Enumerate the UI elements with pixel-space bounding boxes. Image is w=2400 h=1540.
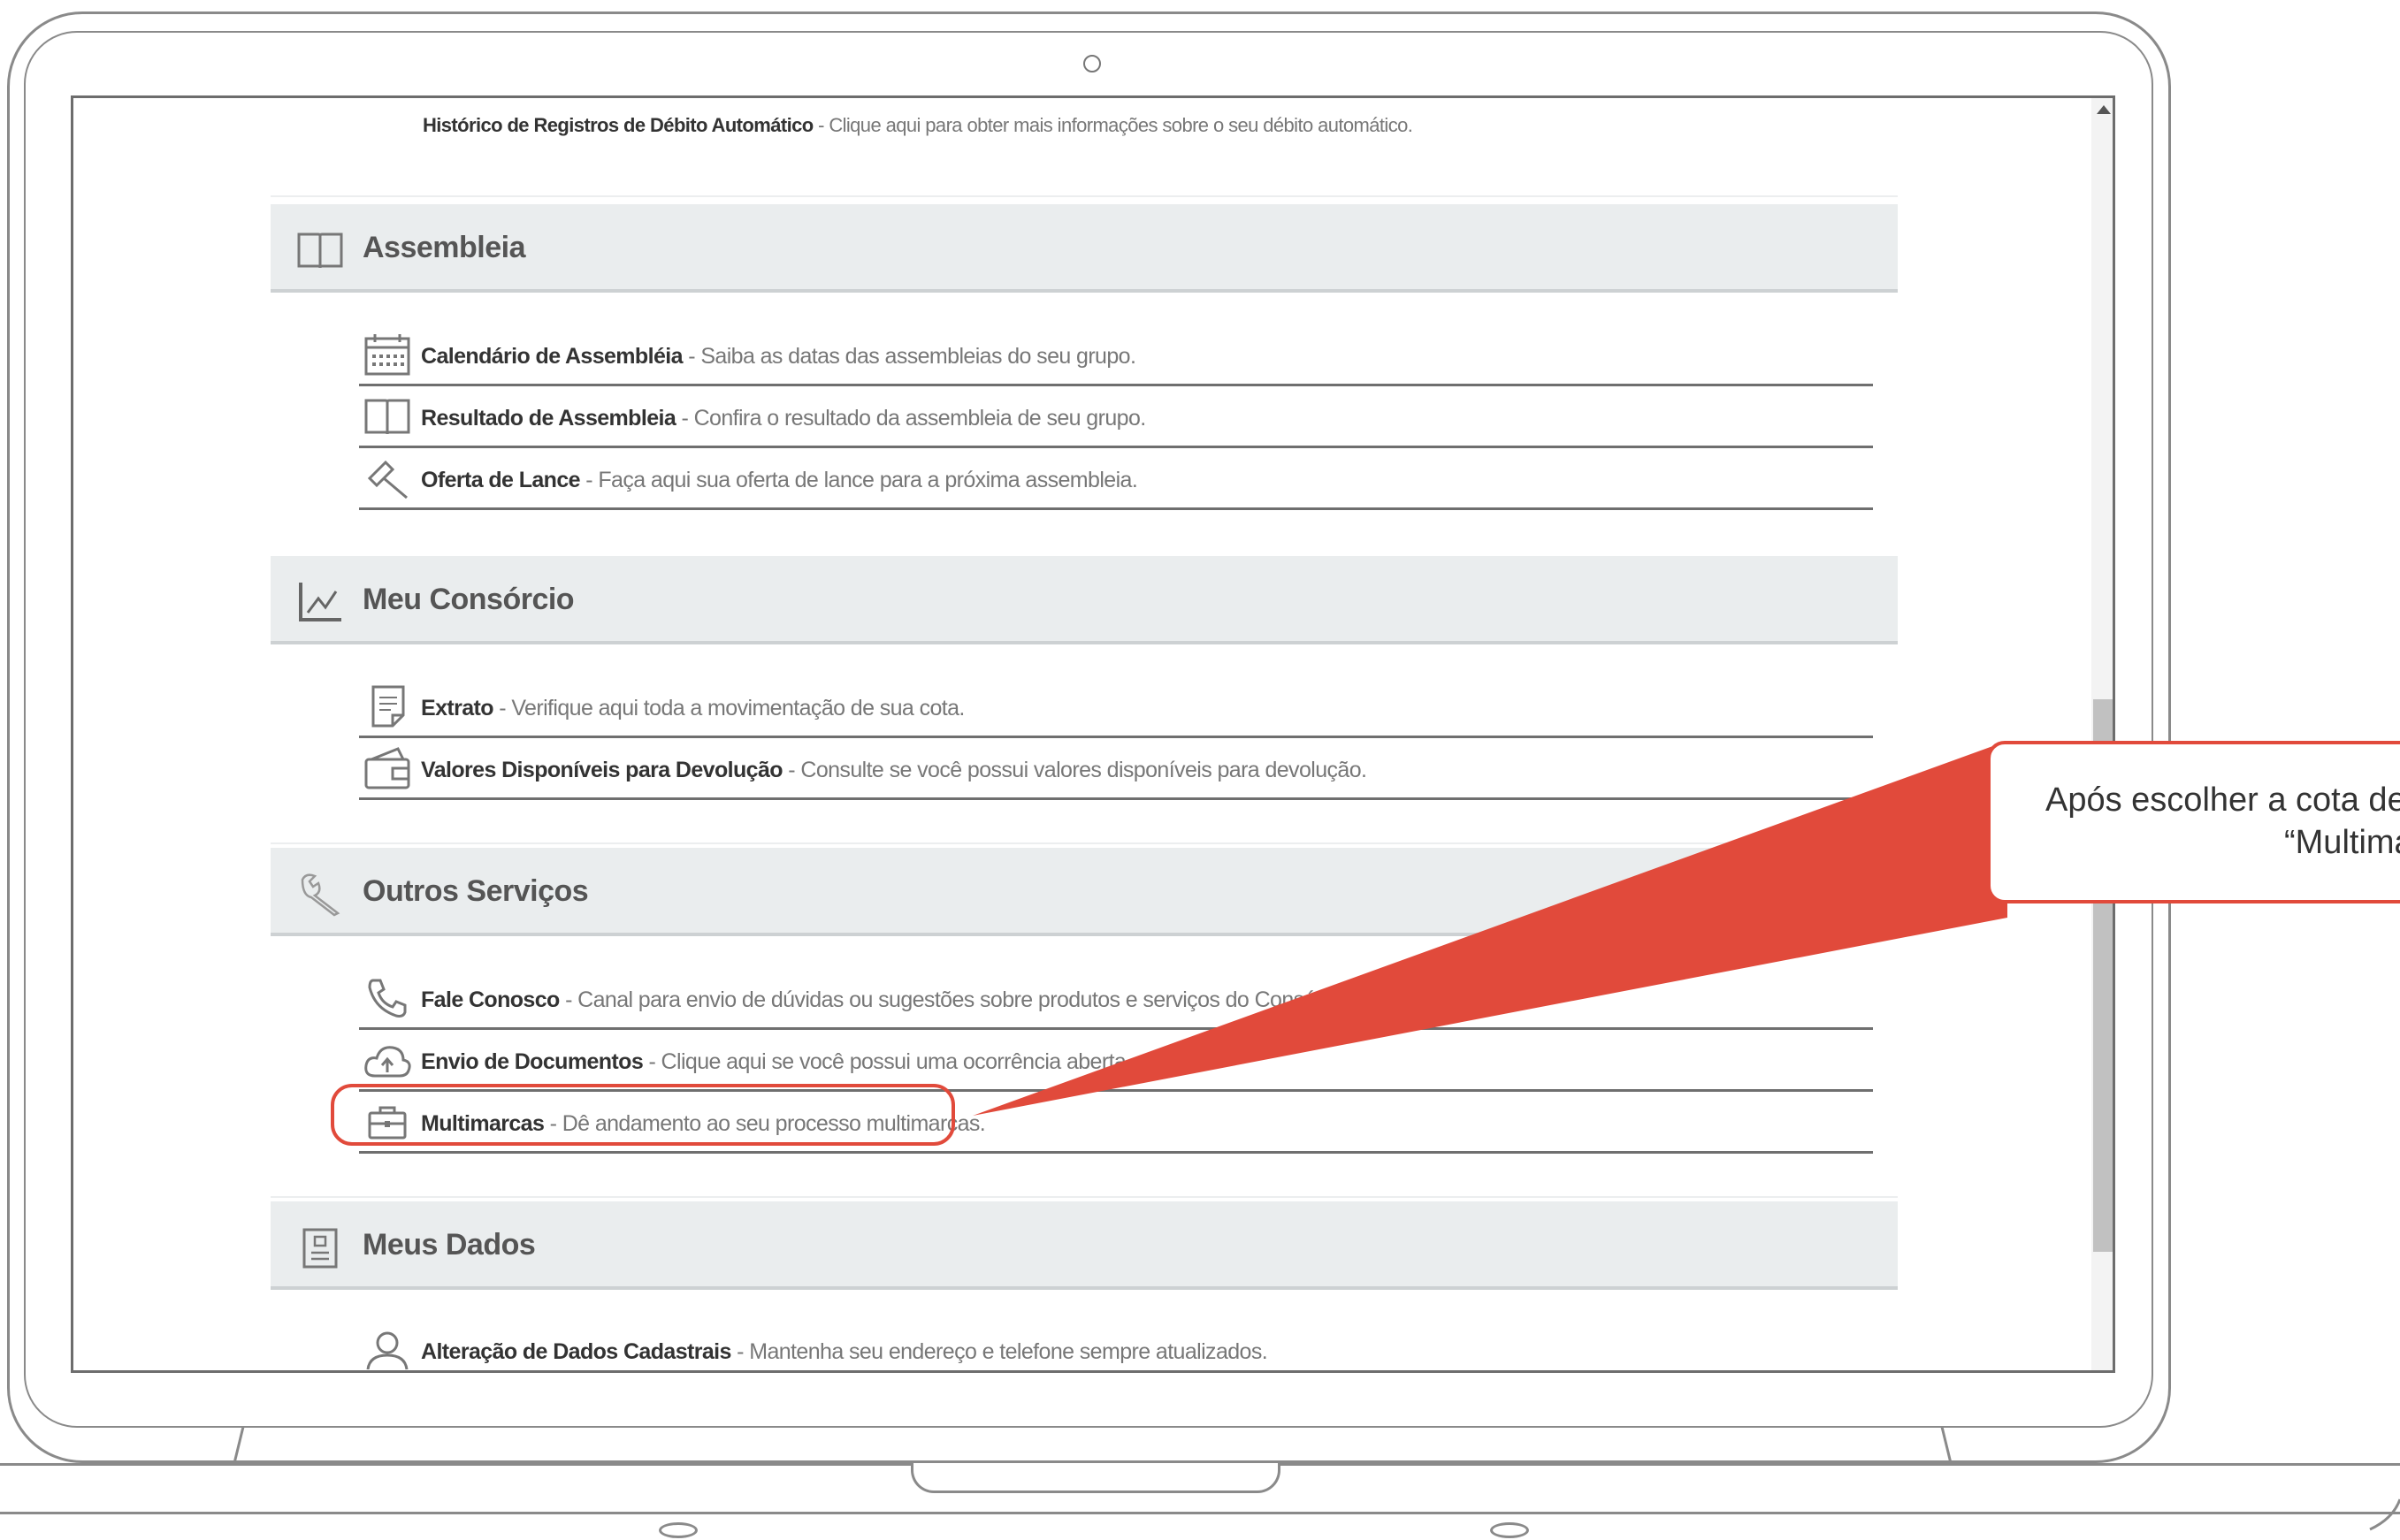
callout-line-1: Após escolher a cota des bbox=[2045, 781, 2400, 819]
tutorial-callout: Após escolher a cota des “Multima bbox=[1987, 741, 2400, 903]
callout-line-2: “Multima bbox=[2284, 824, 2400, 861]
